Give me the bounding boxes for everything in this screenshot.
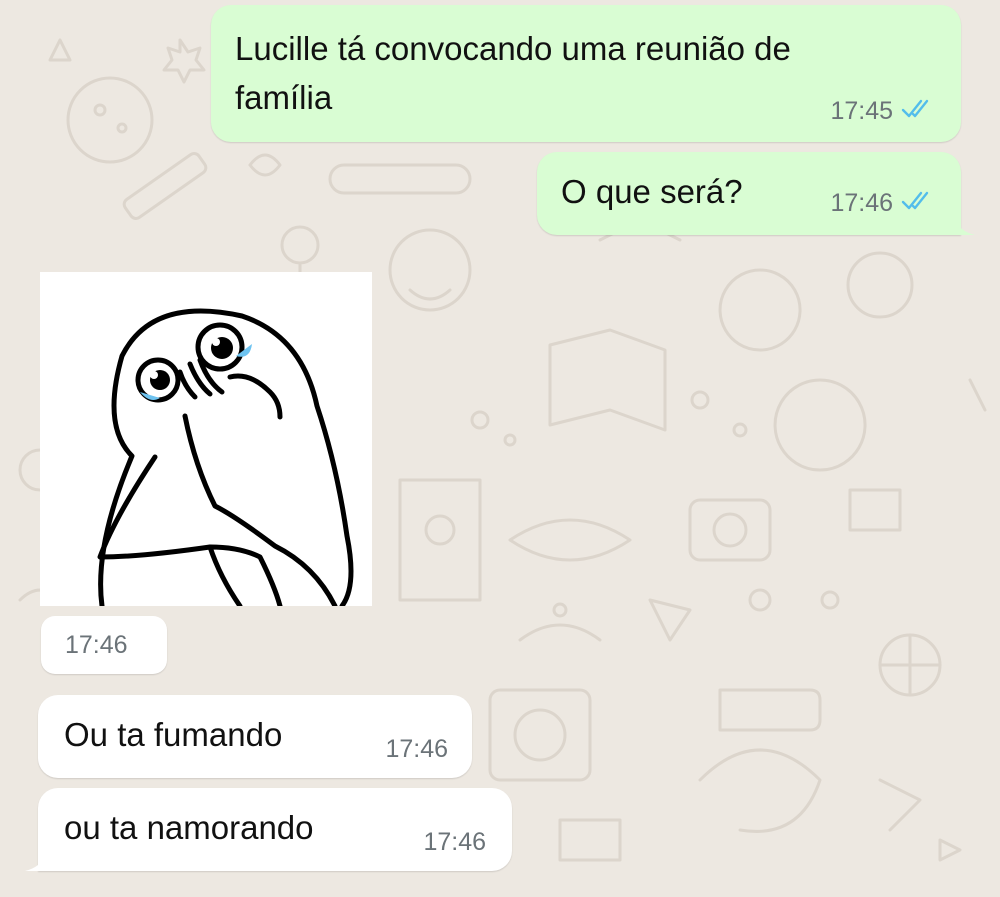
outgoing-message-bubble[interactable]: Lucille tá convocando uma reunião de fam…	[211, 5, 961, 142]
message-meta: 17:46	[385, 735, 448, 764]
double-check-icon	[901, 97, 935, 126]
message-text: família	[235, 79, 333, 116]
message-text: Lucille tá convocando uma reunião de	[235, 30, 791, 67]
sticker-image[interactable]	[40, 272, 372, 609]
message-timestamp: 17:46	[423, 828, 486, 856]
message-text: Ou ta fumando	[64, 716, 283, 753]
message-timestamp: 17:46	[65, 631, 128, 659]
message-text: ou ta namorando	[64, 809, 314, 846]
message-timestamp: 17:46	[830, 189, 893, 217]
message-meta: 17:45	[830, 97, 935, 126]
bubble-tail	[955, 219, 975, 235]
double-check-icon	[901, 189, 935, 218]
message-meta: 17:46	[830, 189, 935, 218]
sticker-timestamp-pill: 17:46	[41, 616, 167, 674]
crying-meme-face-sticker	[97, 308, 354, 609]
incoming-message-bubble[interactable]: ou ta namorando 17:46	[38, 788, 512, 871]
incoming-message-bubble[interactable]: Ou ta fumando 17:46	[38, 695, 472, 778]
bubble-tail	[25, 855, 45, 871]
message-text: O que será?	[561, 173, 743, 210]
message-timestamp: 17:45	[830, 97, 893, 125]
outgoing-message-bubble[interactable]: O que será? 17:46	[537, 152, 961, 235]
message-timestamp: 17:46	[385, 735, 448, 763]
message-meta: 17:46	[423, 828, 486, 857]
